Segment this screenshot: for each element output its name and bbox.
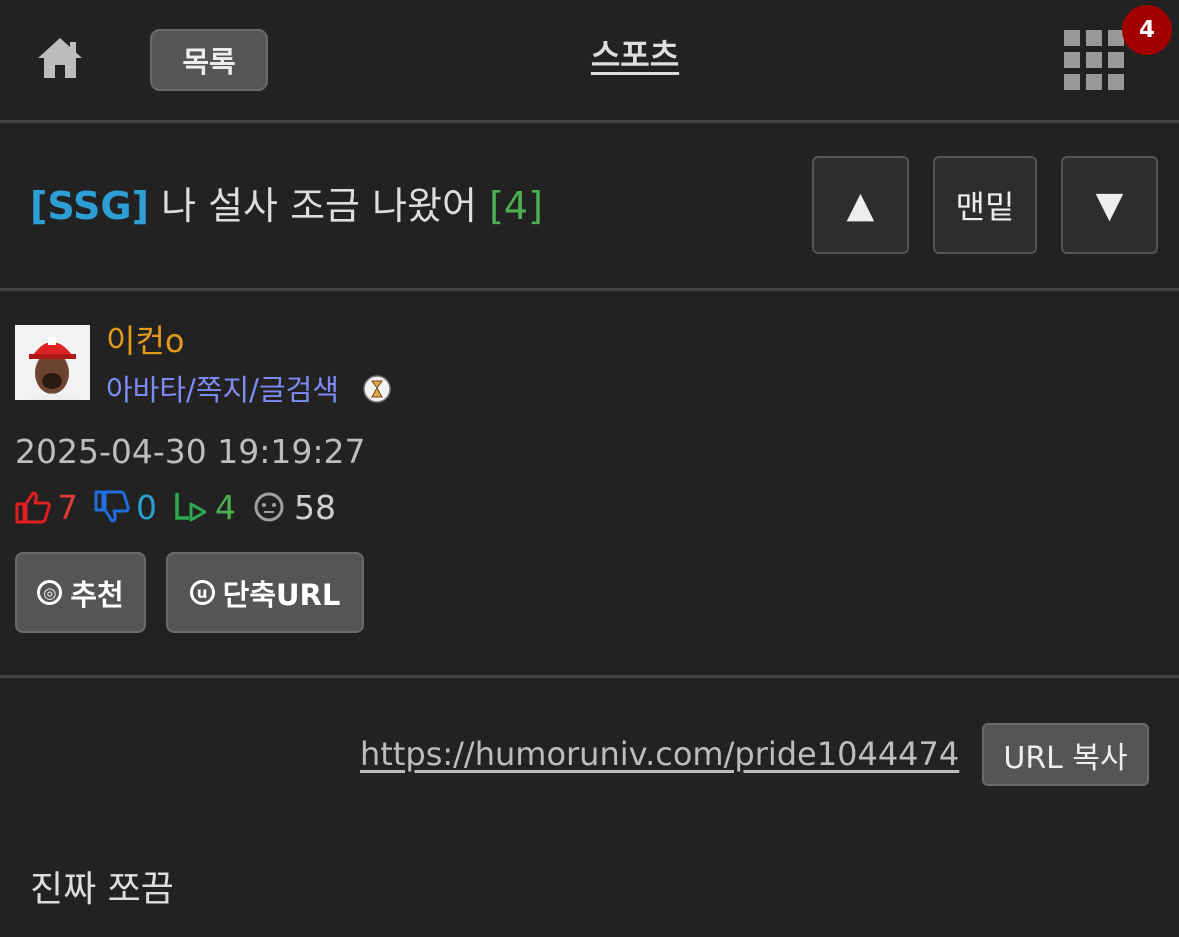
divider xyxy=(0,675,1179,678)
scroll-up-button[interactable]: ▲ xyxy=(812,156,909,254)
recommend-icon: ◎ xyxy=(37,580,63,605)
post-stats: 7 0 4 58 xyxy=(15,487,352,527)
divider xyxy=(0,288,1179,291)
menu-grid-icon[interactable] xyxy=(1064,30,1126,92)
home-icon[interactable] xyxy=(36,34,84,82)
recommend-label: 추천 xyxy=(70,577,124,612)
reply-icon xyxy=(175,493,207,522)
list-button[interactable]: 목록 xyxy=(150,29,268,91)
view-stat: 58 xyxy=(252,488,336,527)
post-date: 2025-04-30 19:19:27 xyxy=(15,432,366,471)
upvote-stat: 7 xyxy=(15,488,78,527)
reply-count: 4 xyxy=(215,487,236,527)
recommend-button[interactable]: ◎ 추천 xyxy=(15,552,146,633)
reply-stat: 4 xyxy=(173,488,236,527)
post-url-link[interactable]: https://humoruniv.com/pride1044474 xyxy=(360,735,959,773)
avatar-image xyxy=(15,325,90,400)
top-header: 목록 스포츠 4 xyxy=(0,0,1179,120)
scroll-bottom-button[interactable]: 맨밑 xyxy=(933,156,1037,254)
face-icon xyxy=(254,492,284,522)
downvote-count: 0 xyxy=(136,487,157,527)
url-copy-button[interactable]: URL 복사 xyxy=(982,723,1149,786)
level-badge-icon xyxy=(363,375,391,403)
scroll-down-button[interactable]: ▼ xyxy=(1061,156,1158,254)
thumbs-down-icon xyxy=(94,490,130,523)
notification-badge[interactable]: 4 xyxy=(1122,5,1172,55)
board-title[interactable]: 스포츠 xyxy=(480,30,790,76)
post-title-text: 나 설사 조금 나왔어 xyxy=(161,184,477,228)
upvote-count: 7 xyxy=(57,487,78,527)
view-count: 58 xyxy=(294,487,336,527)
post-title: [SSG] 나 설사 조금 나왔어 [4] xyxy=(30,180,543,232)
author-links[interactable]: 아바타/쪽지/글검색 xyxy=(106,367,339,409)
post-category[interactable]: [SSG] xyxy=(30,184,149,228)
author-nickname[interactable]: 이컨o xyxy=(106,316,184,362)
short-url-button[interactable]: u 단축URL xyxy=(166,552,364,633)
divider xyxy=(0,120,1179,123)
thumbs-up-icon xyxy=(15,491,51,524)
short-url-icon: u xyxy=(189,580,215,605)
downvote-stat: 0 xyxy=(94,488,157,527)
avatar[interactable] xyxy=(15,325,90,400)
short-url-label: 단축URL xyxy=(222,577,341,612)
post-body: 진짜 쪼끔 xyxy=(30,869,174,910)
comment-count[interactable]: [4] xyxy=(489,184,543,228)
